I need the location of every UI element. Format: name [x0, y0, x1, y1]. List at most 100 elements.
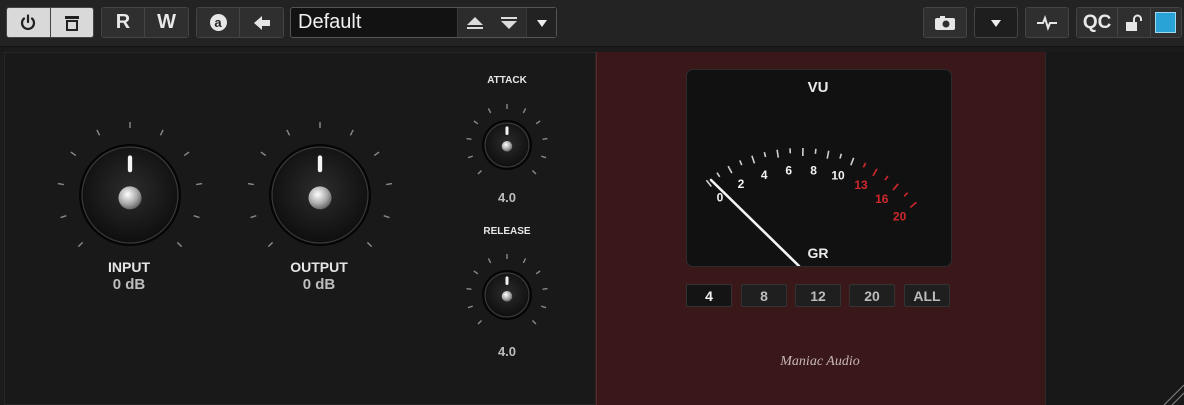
knob-tick [467, 305, 473, 309]
knob-tick [541, 305, 547, 309]
knob-tick [487, 108, 492, 114]
knob-tick [373, 151, 380, 157]
chevron-down-icon [536, 19, 547, 27]
knob-tick [535, 270, 541, 275]
automation-rw-group: R W [101, 7, 189, 38]
meter-tick [903, 192, 909, 197]
ratio-button-12[interactable]: 12 [795, 284, 841, 307]
knob-tick [183, 151, 190, 157]
knob-tick [542, 137, 548, 141]
meter-scale-label: 10 [831, 169, 845, 183]
quick-controls-button[interactable]: QC [1077, 8, 1119, 37]
meter-tick [862, 162, 867, 168]
knob-tick [477, 169, 483, 175]
knob-tick [531, 169, 537, 175]
knob-tick [96, 129, 101, 136]
release-knob[interactable] [455, 245, 559, 345]
knob-cap [501, 291, 513, 302]
output-label: OUTPUT [290, 259, 348, 275]
meter-scale-label: 13 [854, 178, 868, 192]
release-label: RELEASE [483, 226, 531, 237]
lock-button[interactable] [1118, 8, 1151, 37]
bypass-button[interactable] [50, 8, 93, 37]
input-value: 0 dB [112, 276, 146, 293]
meter-tick [850, 157, 855, 166]
knob-tick [541, 155, 547, 159]
ratio-button-20[interactable]: 20 [849, 284, 895, 307]
knob-tick [466, 287, 472, 291]
knob-tick [260, 151, 267, 157]
meter-subtitle: GR [808, 245, 829, 261]
meter-tick [776, 149, 780, 158]
ab-compare-button[interactable]: a [197, 8, 241, 37]
attack-knob[interactable] [455, 95, 559, 195]
knob-tick [267, 241, 274, 248]
knob-tick [193, 215, 200, 219]
knob-tick [466, 137, 472, 141]
meter-scale-label: 2 [738, 177, 745, 191]
input-knob[interactable] [48, 115, 212, 275]
knob-tick [477, 319, 483, 325]
meter-tick [909, 201, 917, 209]
read-automation-button[interactable]: R [102, 8, 146, 37]
knob-tick [473, 120, 479, 125]
a-icon: a [209, 14, 227, 31]
knob-tick [159, 129, 164, 136]
knob-tick [386, 182, 393, 186]
power-button[interactable] [7, 8, 51, 37]
knob-tick [77, 241, 84, 248]
ratio-button-8[interactable]: 8 [741, 284, 787, 307]
color-status-button[interactable] [1150, 8, 1181, 37]
knob-tick [467, 155, 473, 159]
meter-scale-label: 8 [810, 164, 817, 178]
brand-logo: Maniac Audio [780, 354, 860, 369]
triangle-up-icon [467, 16, 483, 29]
knob-cap [308, 186, 332, 210]
meter-face: VU GR 024 6 8 10131620 [705, 79, 917, 266]
compare-group: a [196, 7, 284, 38]
meter-tick [751, 155, 756, 164]
activity-button[interactable] [1025, 7, 1069, 38]
status-square-icon [1155, 12, 1177, 33]
knob-tick [383, 215, 390, 219]
meter-tick [763, 152, 767, 158]
output-knob[interactable] [238, 115, 402, 275]
meter-tick [826, 150, 830, 159]
unlock-icon [1125, 14, 1142, 31]
input-label: INPUT [108, 259, 150, 275]
power-bypass-group [6, 7, 94, 38]
meter-title: VU [808, 79, 829, 96]
next-preset-button[interactable] [492, 8, 526, 37]
meter-scale-label: 4 [761, 168, 768, 182]
power-icon [21, 13, 36, 30]
plugin-toolbar: R W a Default QC [0, 0, 1184, 47]
knob-tick [542, 287, 548, 291]
arrow-left-icon [253, 15, 270, 30]
knob-tick [70, 151, 77, 157]
attack-value: 4.0 [497, 190, 517, 205]
previous-preset-button[interactable] [458, 8, 492, 37]
ratio-button-4[interactable]: 4 [686, 284, 732, 307]
meter-tick [884, 175, 889, 181]
bypass-icon [64, 15, 79, 31]
resize-grip-icon[interactable] [1154, 375, 1184, 405]
meter-tick [872, 168, 878, 177]
qc-group: QC [1076, 7, 1182, 38]
meter-tick [839, 153, 843, 159]
snapshot-button[interactable] [923, 7, 967, 38]
camera-icon [935, 15, 955, 30]
knob-tick [196, 182, 203, 186]
ratio-button-all[interactable]: ALL [904, 284, 950, 307]
knob-tick [473, 270, 479, 275]
preset-selector[interactable]: Default [290, 7, 557, 38]
knob-cap [501, 141, 513, 152]
write-automation-button[interactable]: W [145, 8, 188, 37]
knob-cap [118, 186, 142, 210]
pulse-icon [1037, 14, 1057, 31]
knob-tick [522, 108, 527, 114]
copy-settings-button[interactable] [240, 8, 283, 37]
side-chain-dropdown[interactable] [974, 7, 1018, 38]
knob-tick [57, 182, 64, 186]
knob-tick [176, 241, 183, 248]
preset-menu-button[interactable] [526, 8, 556, 37]
